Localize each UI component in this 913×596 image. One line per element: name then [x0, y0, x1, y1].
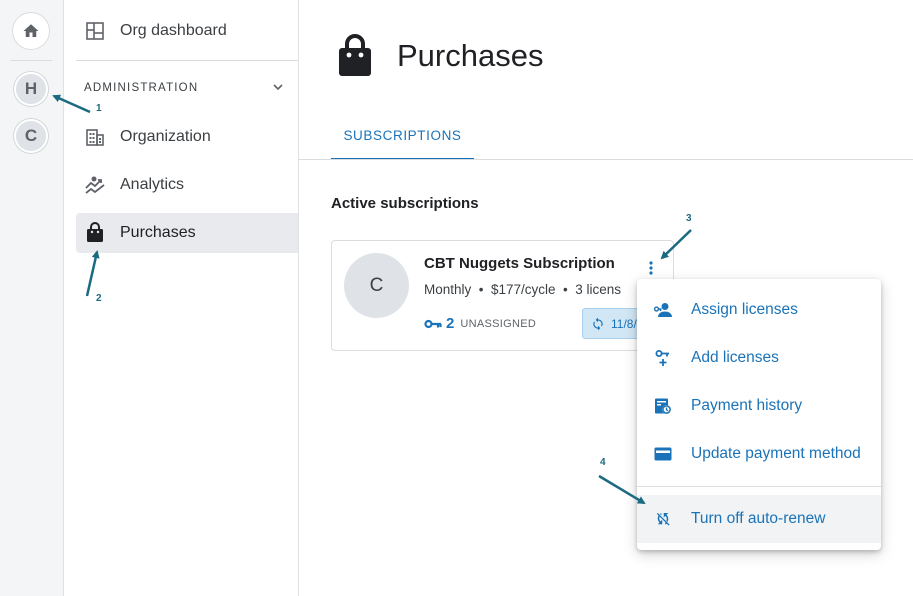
menu-item-label: Add licenses [691, 349, 779, 366]
unassigned-licenses: 2 UNASSIGNED [424, 315, 536, 332]
sidebar-item-label: Org dashboard [120, 22, 227, 39]
sync-disabled-icon [653, 509, 673, 529]
assign-user-icon [653, 300, 673, 320]
account-avatar-h[interactable]: H [14, 72, 48, 106]
unassigned-count: 2 [446, 315, 455, 332]
subscription-card[interactable]: C CBT Nuggets Subscription Monthly • $17… [331, 240, 674, 351]
tab-subscriptions[interactable]: SUBSCRIPTIONS [331, 112, 474, 160]
sidebar-item-label: Purchases [120, 224, 196, 241]
tabs-divider [299, 159, 913, 160]
section-title: Active subscriptions [331, 195, 479, 212]
sidebar-item-analytics[interactable]: Analytics [76, 165, 298, 205]
menu-item-label: Payment history [691, 397, 803, 414]
shopping-bag-icon [339, 34, 371, 76]
renew-date: 11/8/ [611, 316, 637, 331]
unassigned-label: UNASSIGNED [460, 317, 537, 330]
sidebar-divider [76, 60, 298, 61]
analytics-icon [84, 174, 106, 196]
menu-item-label: Assign licenses [691, 301, 798, 318]
page-title: Purchases [397, 38, 544, 73]
sidebar-item-label: Organization [120, 128, 211, 145]
menu-divider [637, 486, 881, 487]
payment-history-icon [653, 396, 673, 416]
dashboard-icon [84, 20, 106, 42]
menu-item-assign-licenses[interactable]: Assign licenses [637, 286, 881, 334]
home-button[interactable] [12, 12, 50, 50]
home-icon [23, 24, 39, 37]
add-key-icon [653, 348, 673, 368]
sidebar-item-org-dashboard[interactable]: Org dashboard [76, 11, 298, 51]
building-icon [84, 126, 106, 148]
page-header: Purchases [335, 34, 543, 78]
more-vert-icon [649, 261, 653, 275]
sidebar-item-purchases[interactable]: Purchases [76, 213, 298, 253]
menu-item-label: Turn off auto-renew [691, 510, 826, 527]
menu-item-turn-off-auto-renew[interactable]: Turn off auto-renew [637, 495, 881, 543]
section-header-administration: ADMINISTRATION [84, 82, 199, 94]
annotation-label-4: 4 [600, 457, 606, 468]
sync-icon [593, 317, 603, 330]
chevron-down-icon[interactable] [271, 80, 285, 99]
account-rail: H C [0, 0, 64, 596]
annotation-label-3: 3 [686, 213, 692, 224]
subscription-name: CBT Nuggets Subscription [424, 255, 615, 272]
account-avatar-c[interactable]: C [14, 119, 48, 153]
menu-item-label: Update payment method [691, 445, 861, 462]
rail-divider [10, 60, 52, 61]
menu-item-update-payment-method[interactable]: Update payment method [637, 430, 881, 478]
sidebar-item-label: Analytics [120, 176, 185, 193]
subscription-options-menu: Assign licenses Add licenses Payment his… [637, 279, 881, 550]
more-options-button[interactable] [645, 258, 657, 278]
annotation-label-2: 2 [96, 293, 102, 304]
menu-item-payment-history[interactable]: Payment history [637, 382, 881, 430]
subscription-avatar: C [344, 253, 409, 318]
key-icon [424, 319, 442, 328]
shopping-bag-icon [84, 222, 106, 244]
annotation-label-1: 1 [96, 103, 102, 114]
credit-card-icon [653, 444, 673, 464]
sidebar-item-organization[interactable]: Organization [76, 117, 298, 157]
menu-item-add-licenses[interactable]: Add licenses [637, 334, 881, 382]
subscription-meta: Monthly • $177/cycle • 3 licens [424, 282, 622, 297]
